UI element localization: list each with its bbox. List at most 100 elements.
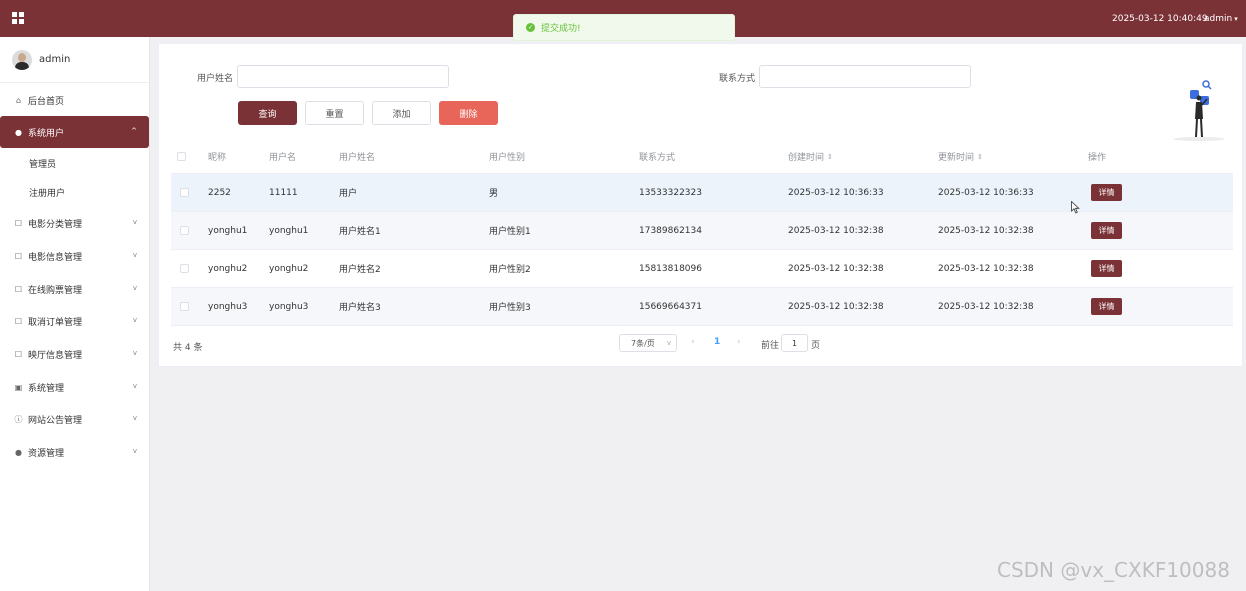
table-cell: 2025-03-12 10:32:38 xyxy=(938,225,1034,236)
table-cell: 15669664371 xyxy=(639,301,702,312)
chevron-down-icon: v xyxy=(132,218,137,226)
detail-button[interactable]: 详情 xyxy=(1091,184,1122,201)
edit-icon: ☐ xyxy=(14,251,23,261)
row-checkbox[interactable] xyxy=(180,302,189,311)
sidebar-item-cancel-order[interactable]: ☐ 取消订单管理 v xyxy=(0,305,149,337)
row-checkbox[interactable] xyxy=(180,226,189,235)
sidebar-item-label: 电影分类管理 xyxy=(28,219,83,230)
table-cell: 男 xyxy=(489,189,499,199)
user-dropdown[interactable]: admin ▾ xyxy=(1204,14,1238,24)
sidebar-subitem-registered-users[interactable]: 注册用户 xyxy=(0,178,149,206)
detail-button[interactable]: 详情 xyxy=(1091,260,1122,277)
detail-button[interactable]: 详情 xyxy=(1091,298,1122,315)
detail-cell: 详情 xyxy=(1091,288,1122,325)
mouse-cursor-icon xyxy=(1071,201,1080,214)
sidebar-item-label: 取消订单管理 xyxy=(28,317,83,328)
pagination: 共 4 条 7条/页 v ‹ 1 › 前往 1 页 xyxy=(159,334,1244,356)
sidebar-subitem-label: 注册用户 xyxy=(29,188,66,199)
column-header-label: 创建时间 xyxy=(788,153,825,163)
table-cell: yonghu3 xyxy=(269,301,309,312)
table-cell: yonghu2 xyxy=(208,263,248,274)
goto-page-input[interactable]: 1 xyxy=(781,334,808,352)
table-cell: 2025-03-12 10:36:33 xyxy=(788,187,884,198)
sidebar-item-label: 资源管理 xyxy=(28,448,65,459)
sidebar-item-ticket[interactable]: ☐ 在线购票管理 v xyxy=(0,273,149,305)
chevron-down-icon: v xyxy=(132,414,137,422)
row-checkbox[interactable] xyxy=(180,188,189,197)
sidebar-item-system-users[interactable]: ● 系统用户 ^ xyxy=(0,116,149,148)
add-button[interactable]: 添加 xyxy=(372,101,431,125)
delete-button[interactable]: 删除 xyxy=(439,101,498,125)
detail-cell: 详情 xyxy=(1091,250,1122,287)
sidebar: admin ⌂ 后台首页 ● 系统用户 ^ 管理员 注册用户 ☐ 电影分类管理 … xyxy=(0,37,150,591)
sidebar-item-movie-category[interactable]: ☐ 电影分类管理 v xyxy=(0,207,149,239)
sidebar-subitem-admin[interactable]: 管理员 xyxy=(0,149,149,177)
prev-page-icon[interactable]: ‹ xyxy=(691,337,695,347)
select-all-cell xyxy=(177,140,186,173)
sidebar-subitem-label: 管理员 xyxy=(29,159,57,170)
table-cell: 17389862134 xyxy=(639,225,702,236)
chevron-down-icon: v xyxy=(132,447,137,455)
table-cell: 用户性别1 xyxy=(489,227,531,237)
edit-icon: ☐ xyxy=(14,284,23,294)
table-cell: 2025-03-12 10:36:33 xyxy=(938,187,1034,198)
reset-button[interactable]: 重置 xyxy=(305,101,364,125)
row-checkbox[interactable] xyxy=(180,264,189,273)
table-cell: yonghu1 xyxy=(269,225,309,236)
select-all-checkbox[interactable] xyxy=(177,152,186,161)
name-search-input[interactable] xyxy=(237,65,449,88)
chevron-down-icon: v xyxy=(666,339,671,347)
contact-search-input[interactable] xyxy=(759,65,971,88)
next-page-icon[interactable]: › xyxy=(737,337,741,347)
table-cell: 用户性别3 xyxy=(489,303,531,313)
column-header: 操作 xyxy=(1088,153,1107,163)
table-row[interactable]: yonghu2 yonghu2 用户姓名2 用户性别2 15813818096 … xyxy=(171,250,1233,288)
location-icon: ● xyxy=(15,447,22,457)
table-cell: 2025-03-12 10:32:38 xyxy=(788,301,884,312)
column-header: 用户性别 xyxy=(489,153,526,163)
menu-grid-icon[interactable] xyxy=(12,12,24,24)
sort-icon: ⇕ xyxy=(827,152,833,161)
row-checkbox-cell xyxy=(180,250,189,287)
table-row[interactable]: yonghu3 yonghu3 用户姓名3 用户性别3 15669664371 … xyxy=(171,288,1233,326)
edit-icon: ☐ xyxy=(14,349,23,359)
query-button[interactable]: 查询 xyxy=(238,101,297,125)
table-cell: 用户 xyxy=(339,189,358,199)
table-row[interactable]: yonghu1 yonghu1 用户姓名1 用户性别1 17389862134 … xyxy=(171,212,1233,250)
sidebar-item-movie-info[interactable]: ☐ 电影信息管理 v xyxy=(0,240,149,272)
table-cell: 15813818096 xyxy=(639,263,702,274)
table-cell: 用户性别2 xyxy=(489,265,531,275)
column-header: 用户名 xyxy=(269,153,297,163)
sidebar-item-label: 网站公告管理 xyxy=(28,415,83,426)
detail-cell: 详情 xyxy=(1091,174,1122,211)
column-header-sortable[interactable]: 创建时间 ⇕ xyxy=(788,140,833,173)
detail-button[interactable]: 详情 xyxy=(1091,222,1122,239)
edit-icon: ☐ xyxy=(14,316,23,326)
sidebar-item-home[interactable]: ⌂ 后台首页 xyxy=(0,84,149,116)
chevron-up-icon: ^ xyxy=(131,127,137,135)
home-icon: ⌂ xyxy=(15,95,22,105)
header-datetime: 2025-03-12 10:40:49 xyxy=(1112,14,1208,24)
contact-search-label: 联系方式 xyxy=(719,74,756,84)
table-header: 昵称 用户名 用户姓名 用户性别 联系方式 创建时间 ⇕ 更新时间 ⇕ 操作 xyxy=(171,140,1233,174)
avatar xyxy=(12,49,32,70)
main-panel: 用户姓名 联系方式 查询 重置 添加 删除 昵称 用户名 用户姓名 用户性别 联… xyxy=(158,43,1243,367)
info-icon: ⓘ xyxy=(14,414,23,424)
users-table: 昵称 用户名 用户姓名 用户性别 联系方式 创建时间 ⇕ 更新时间 ⇕ 操作 225… xyxy=(171,140,1233,326)
table-cell: 用户姓名2 xyxy=(339,265,381,275)
column-header-label: 更新时间 xyxy=(938,153,975,163)
sidebar-item-notice[interactable]: ⓘ 网站公告管理 v xyxy=(0,403,149,435)
sidebar-item-resource[interactable]: ● 资源管理 v xyxy=(0,436,149,468)
table-cell: 13533322323 xyxy=(639,187,702,198)
sidebar-item-hall-info[interactable]: ☐ 映厅信息管理 v xyxy=(0,338,149,370)
page-size-select[interactable]: 7条/页 v xyxy=(619,334,677,352)
success-toast: ✓ 提交成功! xyxy=(513,14,735,41)
sidebar-item-system-manage[interactable]: ▣ 系统管理 v xyxy=(0,371,149,403)
page-number[interactable]: 1 xyxy=(714,337,720,347)
column-header: 用户姓名 xyxy=(339,153,376,163)
goto-unit-label: 页 xyxy=(811,341,821,351)
header-username: admin xyxy=(1204,14,1233,24)
row-checkbox-cell xyxy=(180,212,189,249)
column-header-sortable[interactable]: 更新时间 ⇕ xyxy=(938,140,983,173)
sidebar-profile: admin xyxy=(0,37,149,83)
